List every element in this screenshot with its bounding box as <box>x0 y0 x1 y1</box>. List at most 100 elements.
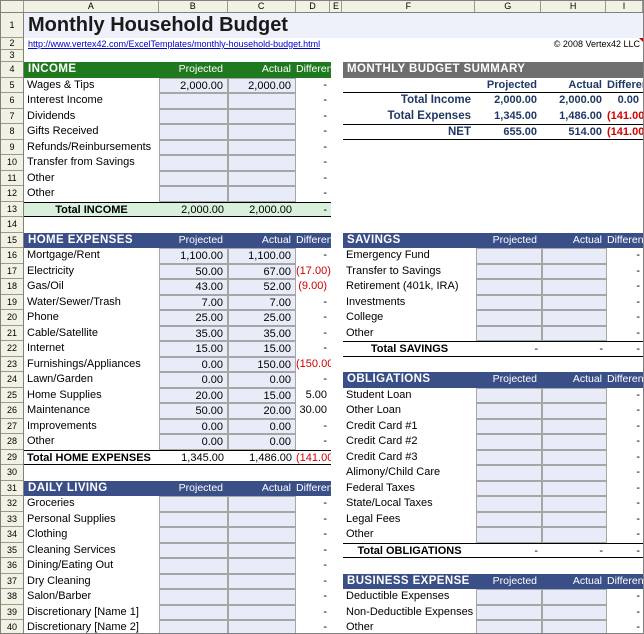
home-expenses-row-projected-input[interactable]: 43.00 <box>159 279 228 295</box>
income-row-projected-input[interactable] <box>159 108 228 124</box>
home-expenses-row-actual-input[interactable]: 7.00 <box>228 294 296 310</box>
row-header-37[interactable]: 37 <box>1 573 23 589</box>
home-expenses-row-projected-input[interactable]: 35.00 <box>159 325 228 341</box>
home-expenses-row-label[interactable]: Cable/Satellite <box>24 326 159 342</box>
obligations-row-difference[interactable]: - <box>607 419 643 435</box>
home-expenses-row-label[interactable]: Lawn/Garden <box>24 372 159 388</box>
row-header-24[interactable]: 24 <box>1 372 23 388</box>
income-row-actual-input[interactable] <box>228 139 296 155</box>
home-expenses-row-actual-input[interactable]: 0.00 <box>228 372 296 388</box>
obligations-row-projected-input[interactable] <box>476 465 542 481</box>
obligations-row-difference[interactable]: - <box>607 527 643 543</box>
obligations-row-actual-input[interactable] <box>542 387 607 403</box>
home-expenses-row-difference[interactable]: (9.00) <box>296 279 331 295</box>
business-expense-row-difference[interactable]: - <box>607 589 643 605</box>
home-expenses-row-label[interactable]: Furnishings/Appliances <box>24 357 159 373</box>
income-row-actual-input[interactable] <box>228 108 296 124</box>
daily-living-row-label[interactable]: Groceries <box>24 496 159 512</box>
obligations-row-actual-input[interactable] <box>542 418 607 434</box>
daily-living-row-label[interactable]: Discretionary [Name 1] <box>24 605 159 621</box>
row-header-23[interactable]: 23 <box>1 356 23 372</box>
row-header-34[interactable]: 34 <box>1 527 23 543</box>
home-expenses-row-label[interactable]: Improvements <box>24 419 159 435</box>
home-expenses-row-actual-input[interactable]: 0.00 <box>228 418 296 434</box>
home-expenses-row-actual-input[interactable]: 15.00 <box>228 387 296 403</box>
daily-living-row-label[interactable]: Salon/Barber <box>24 589 159 605</box>
home-expenses-row-label[interactable]: Home Supplies <box>24 388 159 404</box>
home-expenses-row-actual-input[interactable]: 15.00 <box>228 341 296 357</box>
home-expenses-row-projected-input[interactable]: 50.00 <box>159 263 228 279</box>
savings-row-label[interactable]: Emergency Fund <box>343 248 476 264</box>
daily-living-row-label[interactable]: Dining/Eating Out <box>24 558 159 574</box>
row-header-4[interactable]: 4 <box>1 62 23 78</box>
obligations-row-actual-input[interactable] <box>542 480 607 496</box>
income-row-label[interactable]: Other <box>24 186 159 202</box>
row-header-11[interactable]: 11 <box>1 170 23 186</box>
daily-living-row-difference[interactable]: - <box>296 496 331 512</box>
obligations-row-projected-input[interactable] <box>476 434 542 450</box>
row-header-33[interactable]: 33 <box>1 511 23 527</box>
business-expense-row-projected-input[interactable] <box>476 604 542 620</box>
income-row-label[interactable]: Interest Income <box>24 93 159 109</box>
home-expenses-row-label[interactable]: Electricity <box>24 264 159 280</box>
savings-row-label[interactable]: College <box>343 310 476 326</box>
home-expenses-row-actual-input[interactable]: 0.00 <box>228 434 296 450</box>
home-expenses-row-difference[interactable]: - <box>296 434 331 450</box>
obligations-row-projected-input[interactable] <box>476 418 542 434</box>
home-expenses-row-difference[interactable]: - <box>296 419 331 435</box>
column-header-b[interactable]: B <box>158 1 228 12</box>
business-expense-row-actual-input[interactable] <box>542 589 607 605</box>
obligations-row-difference[interactable]: - <box>607 496 643 512</box>
savings-row-actual-input[interactable] <box>542 263 607 279</box>
obligations-row-difference[interactable]: - <box>607 481 643 497</box>
daily-living-row-difference[interactable]: - <box>296 543 331 559</box>
income-row-difference[interactable]: - <box>296 124 331 140</box>
home-expenses-row-difference[interactable]: - <box>296 372 331 388</box>
income-row-actual-input[interactable] <box>228 170 296 186</box>
daily-living-row-actual-input[interactable] <box>228 527 296 543</box>
income-row-difference[interactable]: - <box>296 140 331 156</box>
daily-living-row-label[interactable]: Cleaning Services <box>24 543 159 559</box>
column-header-a[interactable]: A <box>23 1 159 12</box>
obligations-row-label[interactable]: Credit Card #1 <box>343 419 476 435</box>
income-row-label[interactable]: Gifts Received <box>24 124 159 140</box>
home-expenses-row-difference[interactable]: (150.00) <box>296 357 331 373</box>
home-expenses-row-difference[interactable]: 5.00 <box>296 388 331 404</box>
obligations-row-difference[interactable]: - <box>607 434 643 450</box>
income-row-projected-input[interactable] <box>159 170 228 186</box>
home-expenses-row-projected-input[interactable]: 1,100.00 <box>159 248 228 264</box>
row-header-13[interactable]: 13 <box>1 201 23 217</box>
home-expenses-row-label[interactable]: Maintenance <box>24 403 159 419</box>
home-expenses-row-actual-input[interactable]: 1,100.00 <box>228 248 296 264</box>
savings-row-label[interactable]: Retirement (401k, IRA) <box>343 279 476 295</box>
obligations-row-actual-input[interactable] <box>542 527 607 543</box>
obligations-row-projected-input[interactable] <box>476 480 542 496</box>
row-header-29[interactable]: 29 <box>1 449 23 465</box>
home-expenses-row-label[interactable]: Phone <box>24 310 159 326</box>
home-expenses-row-projected-input[interactable]: 0.00 <box>159 356 228 372</box>
daily-living-row-projected-input[interactable] <box>159 573 228 589</box>
select-all-corner[interactable] <box>1 1 24 12</box>
daily-living-row-projected-input[interactable] <box>159 542 228 558</box>
home-expenses-row-actual-input[interactable]: 150.00 <box>228 356 296 372</box>
business-expense-row-label[interactable]: Other <box>343 620 476 633</box>
income-row-actual-input[interactable] <box>228 93 296 109</box>
business-expense-row-projected-input[interactable] <box>476 620 542 633</box>
savings-row-projected-input[interactable] <box>476 294 542 310</box>
income-row-projected-input[interactable] <box>159 93 228 109</box>
daily-living-row-difference[interactable]: - <box>296 620 331 633</box>
daily-living-row-label[interactable]: Discretionary [Name 2] <box>24 620 159 633</box>
obligations-row-projected-input[interactable] <box>476 527 542 543</box>
home-expenses-row-difference[interactable]: 30.00 <box>296 403 331 419</box>
home-expenses-row-projected-input[interactable]: 50.00 <box>159 403 228 419</box>
column-header-c[interactable]: C <box>227 1 296 12</box>
savings-row-label[interactable]: Transfer to Savings <box>343 264 476 280</box>
column-header-i[interactable]: I <box>606 1 643 12</box>
income-row-difference[interactable]: - <box>296 155 331 171</box>
obligations-row-difference[interactable]: - <box>607 388 643 404</box>
savings-row-difference[interactable]: - <box>607 279 643 295</box>
daily-living-row-projected-input[interactable] <box>159 511 228 527</box>
row-header-6[interactable]: 6 <box>1 93 23 109</box>
obligations-row-difference[interactable]: - <box>607 512 643 528</box>
obligations-row-actual-input[interactable] <box>542 434 607 450</box>
